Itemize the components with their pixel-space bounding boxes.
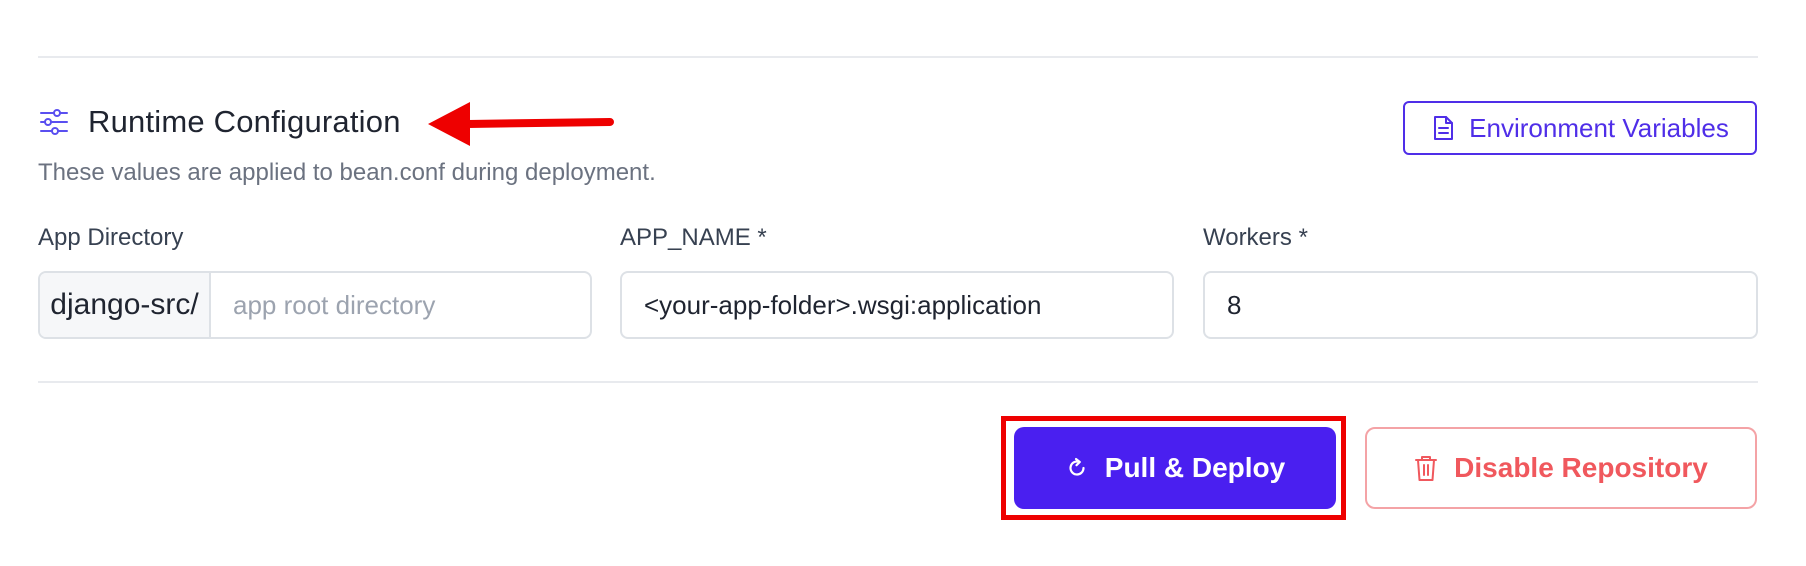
annotation-arrow-icon bbox=[428, 102, 614, 146]
environment-variables-label: Environment Variables bbox=[1469, 112, 1729, 143]
app-name-label: APP_NAME * bbox=[620, 224, 767, 251]
workers-input[interactable] bbox=[1203, 271, 1758, 339]
actions-divider bbox=[38, 381, 1758, 383]
app-directory-input-group: django-src/ bbox=[38, 271, 592, 339]
refresh-icon bbox=[1069, 457, 1085, 476]
workers-label: Workers * bbox=[1203, 224, 1308, 251]
app-directory-label: App Directory bbox=[38, 224, 184, 251]
pull-and-deploy-button[interactable]: Pull & Deploy bbox=[1014, 427, 1336, 509]
app-directory-prefix: django-src/ bbox=[40, 273, 211, 337]
app-name-input[interactable] bbox=[620, 271, 1174, 339]
pull-and-deploy-label: Pull & Deploy bbox=[1104, 452, 1286, 483]
file-text-icon bbox=[1434, 116, 1454, 140]
disable-repository-button[interactable]: Disable Repository bbox=[1365, 427, 1757, 509]
environment-variables-button[interactable]: Environment Variables bbox=[1403, 101, 1757, 155]
section-header: Runtime Configuration bbox=[38, 104, 401, 140]
app-directory-input[interactable] bbox=[211, 273, 590, 337]
sliders-icon bbox=[38, 106, 70, 138]
top-divider bbox=[38, 56, 1758, 58]
section-description: These values are applied to bean.conf du… bbox=[38, 159, 656, 186]
trash-icon bbox=[1415, 456, 1438, 481]
disable-repository-label: Disable Repository bbox=[1454, 452, 1708, 483]
section-title: Runtime Configuration bbox=[88, 104, 401, 139]
